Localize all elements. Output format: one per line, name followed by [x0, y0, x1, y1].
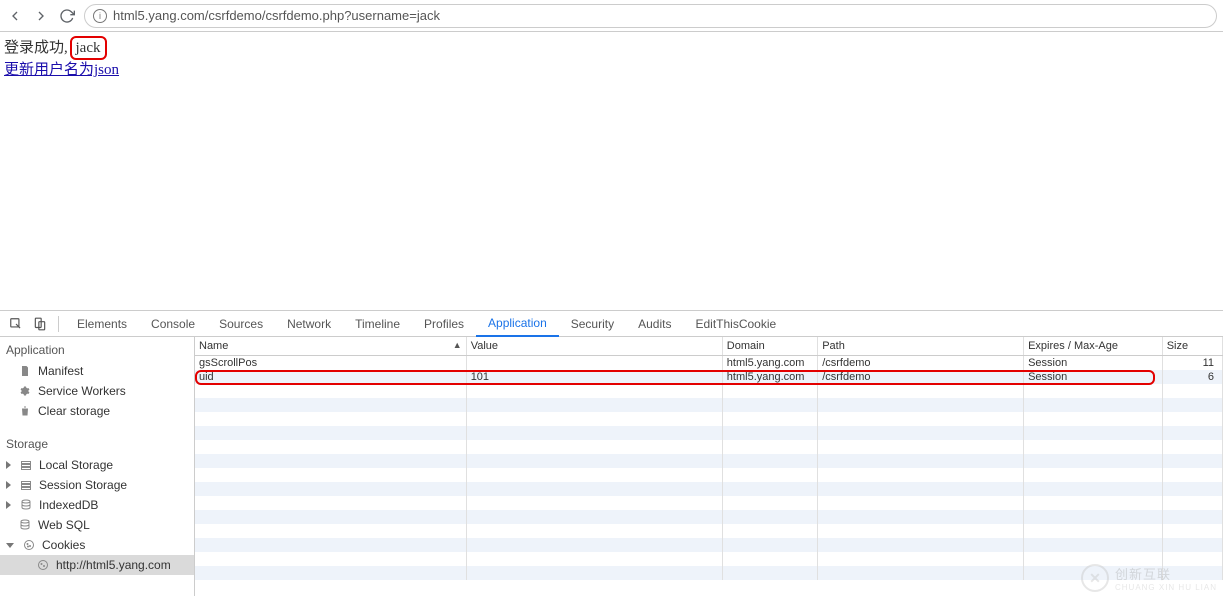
sidebar-section-storage: Storage [0, 431, 194, 455]
devtools-panel: Elements Console Sources Network Timelin… [0, 310, 1223, 596]
tab-network[interactable]: Network [275, 311, 343, 336]
cell-name: uid [195, 370, 466, 384]
sidebar-item-local-storage[interactable]: Local Storage [0, 455, 194, 475]
sidebar-item-label: Service Workers [38, 384, 126, 398]
inspect-icon[interactable] [4, 317, 28, 331]
cookie-icon [36, 559, 50, 571]
chevron-down-icon [6, 543, 14, 548]
tab-elements[interactable]: Elements [65, 311, 139, 336]
url-bar[interactable]: i html5.yang.com/csrfdemo/csrfdemo.php?u… [84, 4, 1217, 28]
sidebar-item-label: IndexedDB [39, 498, 98, 512]
tab-timeline[interactable]: Timeline [343, 311, 412, 336]
table-header-row: Name▲ Value Domain Path Expires / Max-Ag… [195, 337, 1223, 355]
cell-domain: html5.yang.com [722, 355, 817, 370]
cell-domain: html5.yang.com [722, 370, 817, 384]
cookie-table-wrap: Name▲ Value Domain Path Expires / Max-Ag… [195, 337, 1223, 596]
sidebar-item-label: Session Storage [39, 478, 127, 492]
sidebar-item-session-storage[interactable]: Session Storage [0, 475, 194, 495]
cell-expires: Session [1024, 370, 1163, 384]
col-path[interactable]: Path [818, 337, 1024, 355]
sidebar-item-web-sql[interactable]: Web SQL [0, 515, 194, 535]
page-body: 登录成功, jack 更新用户名为json [0, 32, 1223, 310]
table-row[interactable]: uid 101 html5.yang.com /csrfdemo Session… [195, 370, 1223, 384]
cell-name: gsScrollPos [195, 355, 466, 370]
storage-icon [19, 479, 33, 491]
forward-button[interactable] [32, 7, 50, 25]
col-value[interactable]: Value [466, 337, 722, 355]
sidebar-item-label: Cookies [42, 538, 85, 552]
cell-value [466, 355, 722, 370]
device-toggle-icon[interactable] [28, 317, 52, 331]
tab-security[interactable]: Security [559, 311, 626, 336]
tab-profiles[interactable]: Profiles [412, 311, 476, 336]
col-domain[interactable]: Domain [722, 337, 817, 355]
col-size[interactable]: Size [1162, 337, 1222, 355]
chevron-right-icon [6, 461, 11, 469]
tab-application[interactable]: Application [476, 312, 559, 337]
sidebar-item-manifest[interactable]: Manifest [0, 361, 194, 381]
col-expires[interactable]: Expires / Max-Age [1024, 337, 1163, 355]
username-highlight: jack [70, 36, 107, 60]
tab-sources[interactable]: Sources [207, 311, 275, 336]
sidebar-item-cookies-origin[interactable]: http://html5.yang.com [0, 555, 194, 575]
cookie-table: Name▲ Value Domain Path Expires / Max-Ag… [195, 337, 1223, 580]
chevron-right-icon [6, 501, 11, 509]
sidebar-item-label: Local Storage [39, 458, 113, 472]
storage-icon [19, 459, 33, 471]
logo-brand: 创新互联 [1115, 564, 1217, 583]
cell-path: /csrfdemo [818, 355, 1024, 370]
trash-icon [18, 405, 32, 417]
watermark-logo: ✕ 创新互联 CHUANG XIN HU LIAN [1081, 564, 1217, 592]
application-sidebar: Application Manifest Service Workers Cle… [0, 337, 195, 596]
update-username-link[interactable]: 更新用户名为json [4, 60, 119, 80]
sidebar-item-label: Web SQL [38, 518, 90, 532]
sidebar-section-application: Application [0, 337, 194, 361]
cell-size: 6 [1162, 370, 1222, 384]
logo-sub: CHUANG XIN HU LIAN [1115, 583, 1217, 592]
cell-value: 101 [466, 370, 722, 384]
tab-console[interactable]: Console [139, 311, 207, 336]
cell-expires: Session [1024, 355, 1163, 370]
sidebar-item-cookies[interactable]: Cookies [0, 535, 194, 555]
sidebar-item-clear-storage[interactable]: Clear storage [0, 401, 194, 421]
table-row[interactable]: gsScrollPos html5.yang.com /csrfdemo Ses… [195, 355, 1223, 370]
cell-size: 11 [1162, 355, 1222, 370]
back-button[interactable] [6, 7, 24, 25]
database-icon [18, 519, 32, 531]
login-status-line: 登录成功, jack [4, 36, 1219, 60]
file-icon [18, 365, 32, 377]
cell-path: /csrfdemo [818, 370, 1024, 384]
login-prefix: 登录成功, [4, 40, 72, 56]
cookie-icon [22, 539, 36, 551]
tab-editthiscookie[interactable]: EditThisCookie [683, 311, 788, 336]
col-name[interactable]: Name▲ [195, 337, 466, 355]
reload-button[interactable] [58, 7, 76, 25]
chevron-right-icon [6, 481, 11, 489]
sidebar-item-label: http://html5.yang.com [56, 558, 171, 572]
sidebar-item-label: Manifest [38, 364, 83, 378]
logo-mark-icon: ✕ [1081, 564, 1109, 592]
gear-icon [18, 385, 32, 397]
sidebar-item-indexeddb[interactable]: IndexedDB [0, 495, 194, 515]
url-text: html5.yang.com/csrfdemo/csrfdemo.php?use… [113, 8, 440, 23]
sidebar-item-service-workers[interactable]: Service Workers [0, 381, 194, 401]
devtools-tabbar: Elements Console Sources Network Timelin… [0, 311, 1223, 337]
sidebar-item-label: Clear storage [38, 404, 110, 418]
devtools-body: Application Manifest Service Workers Cle… [0, 337, 1223, 596]
database-icon [19, 499, 33, 511]
tab-audits[interactable]: Audits [626, 311, 683, 336]
browser-toolbar: i html5.yang.com/csrfdemo/csrfdemo.php?u… [0, 0, 1223, 32]
site-info-icon[interactable]: i [93, 9, 107, 23]
